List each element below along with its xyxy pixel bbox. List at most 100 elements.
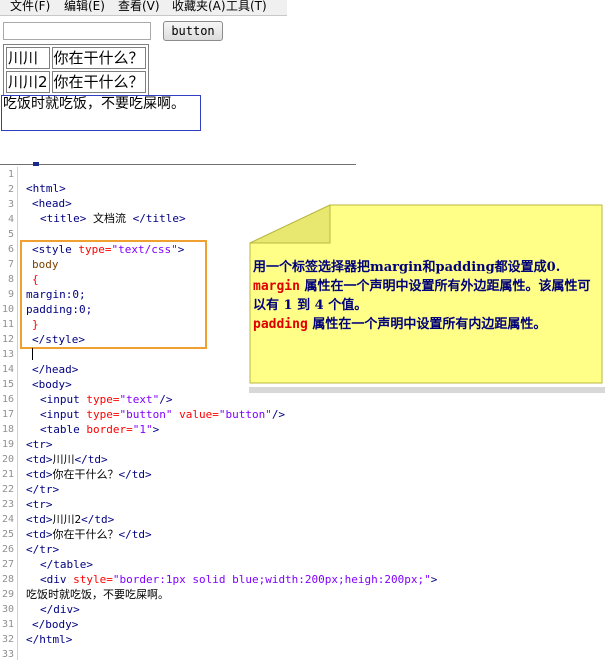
code-token: "button" <box>119 408 173 421</box>
table-cell: 川川 <box>6 47 50 69</box>
line-number: 1 <box>7 169 14 180</box>
line-number: 32 <box>1 634 14 645</box>
line-number: 10 <box>1 304 14 315</box>
code-line-27[interactable]: </table> <box>40 557 93 572</box>
code-token: "button" <box>218 408 272 421</box>
code-token: <td> <box>26 453 53 466</box>
note-margin-keyword: margin <box>253 279 300 294</box>
line-number: 18 <box>1 424 14 435</box>
code-token: </td> <box>74 453 108 466</box>
code-token: <td> <box>26 528 53 541</box>
note-padding-desc: 属性在一个声明中设置所有内边距属性。 <box>307 317 547 332</box>
menu-tools[interactable]: 工具(T) <box>216 0 270 15</box>
code-line-2[interactable]: <html> <box>26 181 66 196</box>
code-line-3[interactable]: <head> <box>32 196 72 211</box>
line-number: 25 <box>1 529 14 540</box>
line-number: 6 <box>7 244 14 255</box>
code-line-19[interactable]: <tr> <box>26 437 53 452</box>
code-token: 川川 <box>52 453 75 466</box>
line-number: 9 <box>7 289 14 300</box>
line-number: 20 <box>1 454 14 465</box>
code-token: </body> <box>32 618 79 631</box>
code-token: <input <box>40 408 87 421</box>
code-line-30[interactable]: </div> <box>40 602 80 617</box>
code-line-18[interactable]: <table border="1"> <box>40 422 159 437</box>
code-token: /> <box>159 393 173 406</box>
code-line-31[interactable]: </body> <box>32 617 78 632</box>
line-number: 11 <box>1 319 14 330</box>
code-token: </td> <box>118 528 152 541</box>
code-token: 你在干什么？ <box>52 528 119 541</box>
code-line-14[interactable]: </head> <box>32 362 78 377</box>
editor-marker <box>33 162 39 166</box>
code-token: style= <box>73 573 113 586</box>
menu-favorites[interactable]: 收藏夹(A) <box>162 0 226 15</box>
demo-text-input[interactable] <box>3 22 151 40</box>
code-token: <title> <box>40 212 87 225</box>
line-number: 14 <box>1 364 14 375</box>
code-line-24[interactable]: <td>川川2</td> <box>26 512 114 527</box>
code-line-29[interactable]: 吃饭时就吃饭，不要吃屎啊。 <box>26 587 169 602</box>
line-number: 31 <box>1 619 14 630</box>
code-token: > <box>430 573 438 586</box>
code-token: </tr> <box>26 483 60 496</box>
code-token: </table> <box>40 558 93 571</box>
line-number: 28 <box>1 574 14 585</box>
table-row: 川川 你在干什么？ <box>6 47 146 69</box>
menu-edit[interactable]: 编辑(E) <box>54 0 108 15</box>
code-token: "1" <box>132 423 153 436</box>
code-line-28[interactable]: <div style="border:1px solid blue;width:… <box>40 572 437 587</box>
demo-bordered-div: 吃饭时就吃饭，不要吃屎啊。 <box>1 95 201 131</box>
note-padding-paragraph: padding 属性在一个声明中设置所有内边距属性。 <box>253 315 599 334</box>
code-line-16[interactable]: <input type="text"/> <box>40 392 172 407</box>
code-token: <tr> <box>26 438 53 451</box>
code-token: </td> <box>81 513 115 526</box>
line-number: 12 <box>1 334 14 345</box>
code-line-15[interactable]: <body> <box>32 377 72 392</box>
code-line-21[interactable]: <td>你在干什么？</td> <box>26 467 152 482</box>
code-line-32[interactable]: </html> <box>26 632 72 647</box>
code-token: <td> <box>26 513 53 526</box>
code-token: type= <box>86 408 120 421</box>
page-preview: button 川川 你在干什么？ 川川2 你在干什么？ 吃饭时就吃饭，不要吃屎啊… <box>0 16 356 164</box>
code-token: "text" <box>119 393 160 406</box>
code-token: </div> <box>40 603 80 616</box>
code-token: border= <box>86 423 133 436</box>
line-number: 3 <box>7 199 14 210</box>
demo-button[interactable]: button <box>163 21 223 41</box>
table-cell: 你在干什么？ <box>51 71 146 93</box>
code-line-4[interactable]: <title> 文档流 </title> <box>40 211 186 226</box>
table-cell: 川川2 <box>6 71 50 93</box>
code-token: 文档流 <box>86 212 133 225</box>
line-number: 5 <box>7 229 14 240</box>
code-token: "border:1px solid blue;width:200px;heigh… <box>112 573 431 586</box>
css-highlight-box <box>20 240 207 349</box>
note-line-1: 用一个标签选择器把margin和padding都设置成0. <box>253 260 561 275</box>
editor-divider <box>0 164 356 165</box>
note-padding-keyword: padding <box>253 317 308 332</box>
code-line-17[interactable]: <input type="button" value="button"/> <box>40 407 285 422</box>
code-line-20[interactable]: <td>川川</td> <box>26 452 108 467</box>
line-number: 4 <box>7 214 14 225</box>
menu-view[interactable]: 查看(V) <box>108 0 162 15</box>
line-number: 26 <box>1 544 14 555</box>
code-line-23[interactable]: <tr> <box>26 497 53 512</box>
code-token: value= <box>172 408 219 421</box>
code-line-25[interactable]: <td>你在干什么？</td> <box>26 527 152 542</box>
line-number: 2 <box>7 184 14 195</box>
code-token: </html> <box>26 633 73 646</box>
code-line-22[interactable]: </tr> <box>26 482 59 497</box>
code-token: /> <box>271 408 286 421</box>
note-text: 用一个标签选择器把margin和padding都设置成0. margin 属性在… <box>253 258 599 334</box>
code-token: <body> <box>32 378 72 391</box>
line-number: 22 <box>1 484 14 495</box>
line-number: 16 <box>1 394 14 405</box>
code-line-26[interactable]: </tr> <box>26 542 59 557</box>
code-token: > <box>152 423 160 436</box>
line-number: 7 <box>7 259 14 270</box>
line-number: 24 <box>1 514 14 525</box>
text-cursor <box>32 348 33 360</box>
code-token: </tr> <box>26 543 60 556</box>
code-token: <td> <box>26 468 53 481</box>
menu-file[interactable]: 文件(F) <box>0 0 54 15</box>
